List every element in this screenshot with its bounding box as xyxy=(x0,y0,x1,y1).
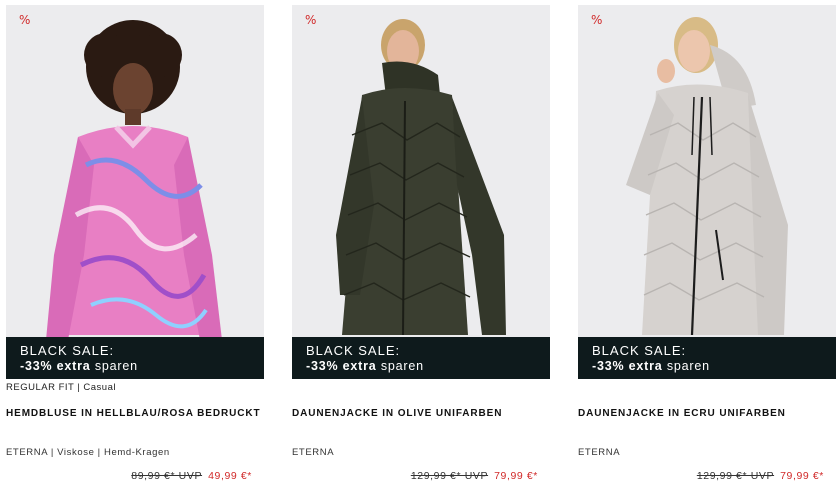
old-price: 129,99 €* UVP xyxy=(410,470,489,482)
model-photo xyxy=(46,20,222,340)
discount-badge: % xyxy=(19,13,31,27)
sale-price: 79,99 €* xyxy=(780,470,824,482)
product-image[interactable]: % BLACK SALE: -33% extra sparen xyxy=(578,5,836,379)
sale-price: 79,99 €* xyxy=(494,470,538,482)
sale-price: 49,99 €* xyxy=(208,470,252,482)
product-prices: 129,99 €* UVP 79,99 €* xyxy=(411,470,538,482)
sale-banner: BLACK SALE: -33% extra sparen xyxy=(6,337,264,379)
old-price: 89,99 €* UVP xyxy=(131,470,203,482)
product-prices: 129,99 €* UVP 79,99 €* xyxy=(697,470,824,482)
model-photo xyxy=(626,17,788,336)
sale-offer: -33% extra sparen xyxy=(592,359,710,373)
product-image[interactable]: % BLACK SALE: -33% extra sparen xyxy=(6,5,264,379)
product-prices: 89,99 €* UVP 49,99 €* xyxy=(131,470,252,482)
discount-badge: % xyxy=(591,13,603,27)
product-name[interactable]: DAUNENJACKE IN ECRU UNIFARBEN xyxy=(578,408,786,419)
model-photo xyxy=(336,19,506,336)
sale-title: BLACK SALE: xyxy=(20,343,115,358)
product-card[interactable]: % BLACK SALE: -33% extra sparen DAUNENJA… xyxy=(292,5,550,483)
old-price: 129,99 €* UVP xyxy=(696,470,775,482)
product-attributes: ETERNA xyxy=(292,447,335,458)
product-name[interactable]: DAUNENJACKE IN OLIVE UNIFARBEN xyxy=(292,408,502,419)
sale-title: BLACK SALE: xyxy=(592,343,687,358)
product-card[interactable]: % BLACK SALE: -33% extra sparen DAUNENJA… xyxy=(578,5,836,483)
product-image[interactable]: % BLACK SALE: -33% extra sparen xyxy=(292,5,550,379)
product-attributes: ETERNA | Viskose | Hemd-Kragen xyxy=(6,447,170,458)
product-name[interactable]: HEMDBLUSE IN HELLBLAU/ROSA BEDRUCKT xyxy=(6,408,260,419)
sale-offer: -33% extra sparen xyxy=(20,359,138,373)
product-card[interactable]: % BLACK SALE: -33% extra sparen REGULAR … xyxy=(6,5,264,483)
product-attributes: ETERNA xyxy=(578,447,621,458)
sale-offer: -33% extra sparen xyxy=(306,359,424,373)
sale-title: BLACK SALE: xyxy=(306,343,401,358)
product-fit: REGULAR FIT | Casual xyxy=(6,382,116,393)
sale-banner: BLACK SALE: -33% extra sparen xyxy=(578,337,836,379)
discount-badge: % xyxy=(305,13,317,27)
sale-banner: BLACK SALE: -33% extra sparen xyxy=(292,337,550,379)
